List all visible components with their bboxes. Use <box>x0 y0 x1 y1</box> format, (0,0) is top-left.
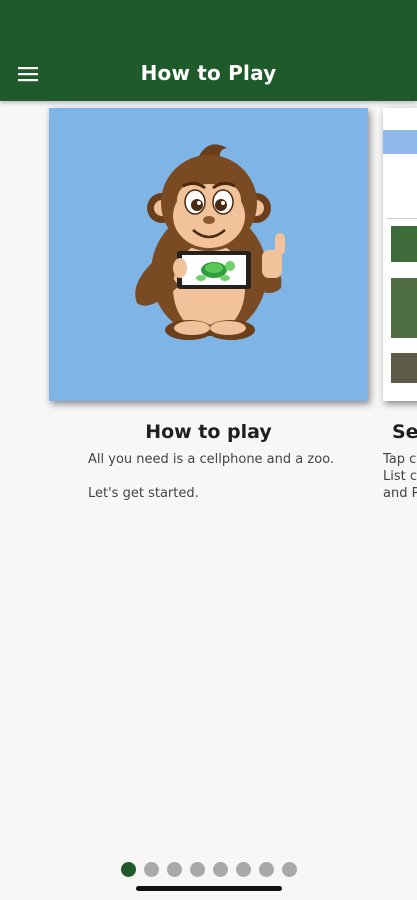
page-dot[interactable] <box>143 862 159 877</box>
card-heading: How to play <box>145 421 272 443</box>
card-text-line: Let's get started. <box>88 486 199 501</box>
page-dot[interactable] <box>258 862 274 877</box>
monkey-holding-phone-illustration <box>135 144 285 340</box>
card-text-line: and P <box>383 486 417 501</box>
card-text-line: List c <box>383 469 417 484</box>
page-dot[interactable] <box>235 862 251 877</box>
page-indicator <box>0 862 417 877</box>
card-image <box>49 108 368 401</box>
onboarding-carousel[interactable]: How to play All you need is a cellphone … <box>0 101 417 841</box>
card-text-line: Tap c <box>383 452 417 467</box>
card-description: Tap c List c and P <box>383 451 417 502</box>
card-heading: Se <box>392 421 417 443</box>
home-indicator[interactable] <box>136 886 282 891</box>
page-dot[interactable] <box>120 862 136 877</box>
page-dot[interactable] <box>166 862 182 877</box>
card-image <box>383 108 417 401</box>
app-bar: How to Play <box>0 0 417 101</box>
card-text-line: All you need is a cellphone and a zoo. <box>88 452 335 467</box>
page-dot[interactable] <box>189 862 205 877</box>
page-title: How to Play <box>140 61 277 85</box>
page-dot[interactable] <box>212 862 228 877</box>
card-description: All you need is a cellphone and a zoo. L… <box>88 451 334 502</box>
page-dot[interactable] <box>281 862 297 877</box>
app-list-screenshot-icon <box>383 108 417 401</box>
